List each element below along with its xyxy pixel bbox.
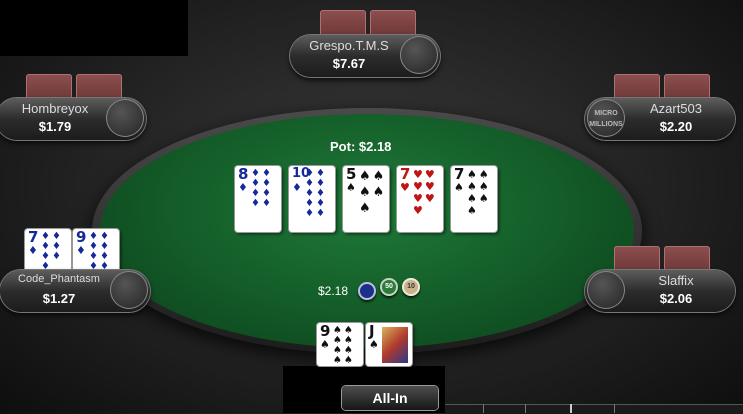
card-pips: ♥♥♥♥♥♥♥: [413, 168, 437, 217]
bet-amount: $2.18: [318, 284, 349, 298]
pot-label: Pot: $2.18: [330, 139, 392, 154]
toolbar-divider: [483, 404, 484, 413]
player-stack: $2.20: [659, 119, 693, 134]
micro-millions-logo: MICRO MILLIONS: [587, 99, 625, 137]
player-stack: $1.79: [38, 119, 72, 134]
spade-suit-icon: ♠: [320, 338, 330, 351]
card-pips: ♠♠♠♠♠♠♠: [467, 168, 491, 217]
card-pips: ♠♠♠♠♠: [359, 169, 387, 216]
board-card-5: 7 ♠ ♠♠♠♠♠♠♠: [451, 166, 497, 232]
player-name: Grespo.T.M.S: [309, 38, 389, 53]
avatar: [587, 271, 625, 309]
player-name: Hombreyox: [21, 101, 89, 116]
chip-icon: 50: [380, 278, 398, 296]
masked-area-top-left: [0, 0, 188, 56]
card-pips: ♦♦♦♦♦♦♦♦♦♦: [305, 168, 327, 219]
spade-suit-icon: ♠: [369, 338, 379, 351]
avatar: [106, 99, 144, 137]
player-stack: $1.27: [42, 291, 76, 306]
diamond-suit-icon: ♦: [76, 244, 86, 257]
chip-icon: 10: [402, 278, 420, 296]
seat-top-right[interactable]: Azart503 $2.20 MICRO MILLIONS: [585, 98, 735, 140]
spade-suit-icon: ♠: [454, 181, 464, 194]
card-rank: J: [369, 322, 375, 340]
player-stack: $7.67: [332, 56, 366, 71]
card-pips: ♦♦♦♦♦♦♦♦♦: [89, 232, 111, 272]
board-card-1: 8 ♦ ♦♦♦♦♦♦♦♦: [235, 166, 281, 232]
chip-icon: [358, 282, 376, 300]
seat-right[interactable]: Slaffix $2.06: [585, 270, 735, 312]
heart-suit-icon: ♥: [400, 181, 410, 194]
board-card-2: 10 ♦ ♦♦♦♦♦♦♦♦♦♦: [289, 166, 335, 232]
card-back: [76, 74, 122, 100]
shown-card-1: 7 ♦ ♦♦♦♦♦♦♦: [25, 229, 71, 273]
card-back: [26, 74, 72, 100]
hero-card-2: J ♠: [366, 323, 412, 366]
toolbar-divider: [614, 404, 615, 413]
card-back: [370, 10, 416, 36]
card-back: [614, 74, 660, 100]
card-rank: 7: [454, 165, 465, 183]
card-rank: 7: [400, 165, 411, 183]
avatar: [400, 36, 438, 74]
card-pips: ♦♦♦♦♦♦♦♦: [251, 168, 273, 209]
card-back: [320, 10, 366, 36]
logo-text: MICRO MILLIONS: [589, 110, 623, 128]
hero-card-1: 9 ♠ ♠♠♠♠♠♠♠♠♠: [317, 323, 363, 366]
card-back: [614, 246, 660, 272]
all-in-button[interactable]: All-In: [342, 386, 438, 410]
diamond-suit-icon: ♦: [292, 181, 302, 194]
card-rank: 7: [28, 228, 39, 246]
avatar: [110, 271, 148, 309]
card-rank: 8: [238, 165, 249, 183]
toolbar-divider: [525, 404, 526, 413]
card-back: [664, 74, 710, 100]
seat-top[interactable]: Grespo.T.M.S $7.67: [290, 35, 440, 77]
spade-suit-icon: ♠: [346, 181, 356, 194]
player-stack: $2.06: [659, 291, 693, 306]
seat-left[interactable]: Code_Phantasm $1.27: [0, 270, 150, 312]
toolbar-divider: [570, 404, 572, 413]
player-name: Azart503: [649, 101, 703, 116]
card-back: [664, 246, 710, 272]
card-rank: 9: [320, 322, 331, 340]
jack-face-icon: [382, 327, 408, 363]
player-name: Code_Phantasm: [18, 273, 100, 285]
board-card-3: 5 ♠ ♠♠♠♠♠: [343, 166, 389, 232]
player-name: Slaffix: [658, 273, 694, 288]
diamond-suit-icon: ♦: [28, 244, 38, 257]
card-rank: 5: [346, 165, 357, 183]
card-rank: 9: [76, 228, 87, 246]
card-pips: ♠♠♠♠♠♠♠♠♠: [333, 326, 355, 366]
seat-top-left[interactable]: Hombreyox $1.79: [0, 98, 146, 140]
card-pips: ♦♦♦♦♦♦♦: [41, 232, 63, 272]
diamond-suit-icon: ♦: [238, 181, 248, 194]
board-card-4: 7 ♥ ♥♥♥♥♥♥♥: [397, 166, 443, 232]
shown-card-2: 9 ♦ ♦♦♦♦♦♦♦♦♦: [73, 229, 119, 273]
